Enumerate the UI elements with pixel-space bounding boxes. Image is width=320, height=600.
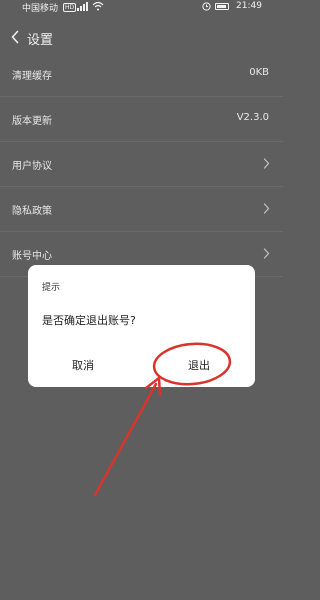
settings-item-clear-cache[interactable]: 清理缓存 0KB [0, 52, 283, 97]
logout-confirm-dialog: 提示 是否确定退出账号? 取消 退出 [28, 265, 255, 387]
cache-size-value: 0KB [249, 67, 269, 78]
wifi-icon [92, 1, 104, 11]
settings-item-label: 账号中心 [12, 251, 52, 262]
settings-item-version-update[interactable]: 版本更新 V2.3.0 [0, 97, 283, 142]
dialog-title: 提示 [42, 283, 61, 293]
cancel-button[interactable]: 取消 [72, 357, 94, 373]
settings-item-label: 隐私政策 [12, 206, 52, 217]
status-time: 21:49 [236, 1, 262, 11]
logout-button[interactable]: 退出 [188, 357, 210, 373]
page-title: 设置 [27, 33, 54, 48]
settings-item-label: 用户协议 [12, 161, 52, 172]
chevron-right-icon [263, 158, 270, 169]
chevron-right-icon [263, 203, 270, 214]
version-value: V2.3.0 [236, 112, 269, 123]
battery-icon [215, 3, 229, 10]
settings-list: 清理缓存 0KB 版本更新 V2.3.0 用户协议 隐私政策 账号中心 [0, 52, 283, 277]
status-bar: 中国移动 HD 21:49 [0, 0, 283, 14]
network-badge: HD [63, 3, 77, 12]
dialog-message: 是否确定退出账号? [42, 314, 136, 327]
carrier-name: 中国移动 [22, 4, 59, 14]
chevron-right-icon [263, 248, 270, 259]
settings-item-privacy-policy[interactable]: 隐私政策 [0, 187, 283, 232]
chevron-left-icon[interactable] [10, 30, 20, 44]
settings-item-label: 清理缓存 [12, 71, 52, 82]
annotation-arrow-shaft [93, 382, 158, 497]
alarm-icon [202, 2, 211, 11]
settings-item-user-agreement[interactable]: 用户协议 [0, 142, 283, 187]
top-nav: 设置 [0, 26, 283, 50]
settings-item-label: 版本更新 [12, 116, 52, 127]
